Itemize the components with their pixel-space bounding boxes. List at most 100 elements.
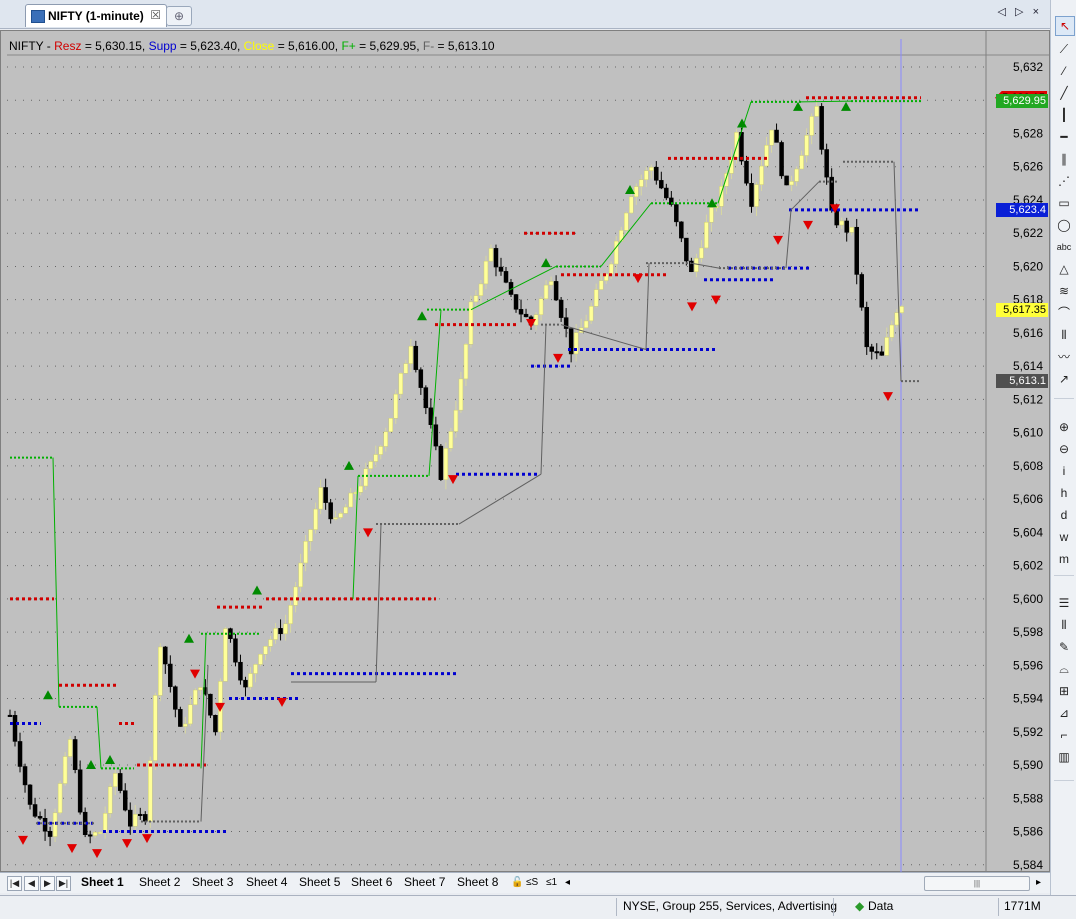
arrow-icon[interactable]: ↗ [1055,370,1073,388]
candle-body [57,783,63,814]
tab-title: NIFTY (1-minute) [48,9,144,23]
prev-sheet-button[interactable]: ◀ [24,876,39,891]
down-signal-arrow [363,528,373,538]
up-signal-arrow [417,311,427,321]
scroll-right-icon[interactable]: ▸ [1036,874,1041,891]
rectangle-icon[interactable]: ▭ [1055,194,1073,212]
sheet-option-s-icon[interactable]: ≤S [526,874,538,891]
hlines-icon[interactable]: ☰ [1055,594,1073,612]
candle-body [107,786,113,814]
lock-icon[interactable]: 🔓 [511,874,523,891]
status-data[interactable]: Data [868,899,893,913]
triangle-icon[interactable]: △ [1055,260,1073,278]
parallel-lines-icon[interactable]: ∥ [1055,150,1073,168]
price-tick-label: 5,616 [1013,326,1043,340]
tab-nifty-chart[interactable]: NIFTY (1-minute) ☒ [25,4,167,27]
tab-navigation-arrows[interactable]: ◁ ▷ × [998,5,1042,18]
arc-icon[interactable]: ⌒ [1055,304,1073,322]
candle-body [558,299,564,318]
candle-body [278,628,283,635]
columns-icon[interactable]: ▥ [1055,748,1073,766]
close-tab-icon[interactable]: ☒ [150,8,161,22]
fminus-trail [790,181,820,211]
data-status-icon: ◆ [855,899,865,913]
price-tick-label: 5,602 [1013,559,1043,573]
status-divider [616,898,617,916]
horizontal-line-icon[interactable]: ━ [1055,128,1073,146]
price-tick-label: 5,584 [1013,858,1043,872]
zoom-out-icon[interactable]: ⊖ [1055,440,1073,458]
down-signal-arrow [883,392,893,402]
ruler-icon[interactable]: ⌐ [1055,726,1073,744]
horizontal-scrollbar[interactable]: ||| [924,876,1030,891]
status-market: NYSE, Group 255, Services, Advertising [623,899,838,913]
candle-body [67,739,73,757]
price-axis-marker: 5,617.35 [996,303,1048,318]
fibonacci-icon[interactable]: ≋ [1055,282,1073,300]
candle-body [37,816,43,819]
candle-body [102,813,108,833]
vlines-icon[interactable]: ⦀ [1055,616,1073,634]
candle-body [859,274,864,308]
signal-icon[interactable]: ⌓ [1055,660,1073,678]
candle-body [263,646,268,655]
interval-d-icon[interactable]: d [1055,506,1073,524]
zoom-in-icon[interactable]: ⊕ [1055,418,1073,436]
price-tick-label: 5,596 [1013,658,1043,672]
interval-h-icon[interactable]: h [1055,484,1073,502]
line-icon[interactable]: ⟋ [1055,40,1073,58]
candle-body [694,257,699,273]
polyline-icon[interactable]: 〰 [1055,348,1073,366]
candle-body [97,831,103,834]
candle-body [468,301,474,345]
candle-body [478,283,484,296]
candle-body [193,689,198,705]
price-tick-label: 5,604 [1013,525,1043,539]
tab-sheet-4[interactable]: Sheet 4 [246,874,287,891]
tab-sheet-8[interactable]: Sheet 8 [457,874,498,891]
tab-sheet-3[interactable]: Sheet 3 [192,874,233,891]
ray-icon[interactable]: ⁄ [1055,62,1073,80]
text-icon[interactable]: abc [1055,238,1073,256]
candle-body [483,260,489,285]
candle-body [764,144,769,167]
candle-body [343,506,348,514]
vertical-line-icon[interactable]: ┃ [1055,106,1073,124]
interval-i-icon[interactable]: i [1055,462,1073,480]
interval-m-icon[interactable]: m [1055,550,1073,568]
tab-sheet-2[interactable]: Sheet 2 [139,874,180,891]
new-tab-button[interactable]: ⊕ [166,6,192,26]
next-sheet-button[interactable]: ▶ [40,876,55,891]
candle-body [759,165,764,185]
first-sheet-button[interactable]: |◀ [7,876,22,891]
status-bar: NYSE, Group 255, Services, Advertising ◆… [0,895,1076,919]
chart-pane[interactable]: 5,6325,6305,6285,6265,6245,6225,6205,618… [0,30,1051,873]
candle-body [664,187,669,199]
tab-sheet-5[interactable]: Sheet 5 [299,874,340,891]
fan-icon[interactable]: ⋰ [1055,172,1073,190]
tab-sheet-7[interactable]: Sheet 7 [404,874,445,891]
extended-line-icon[interactable]: ╱ [1055,84,1073,102]
candle-body [593,289,599,307]
sheet-option-1-icon[interactable]: ≤1 [546,874,557,891]
tab-sheet-6[interactable]: Sheet 6 [351,874,392,891]
cycles-icon[interactable]: ⦀ [1055,326,1073,344]
select-cursor-icon[interactable]: ↖ [1055,16,1075,36]
ellipse-icon[interactable]: ◯ [1055,216,1073,234]
grid-icon[interactable]: ⊞ [1055,682,1073,700]
candle-body [749,182,754,207]
candle-body [784,175,789,186]
candle-body [358,485,363,493]
tab-sheet-1[interactable]: Sheet 1 [81,874,124,891]
candle-body [644,170,649,180]
candle-body [112,773,118,787]
measure-icon[interactable]: ⊿ [1055,704,1073,722]
candle-body [884,337,890,356]
pencil-icon[interactable]: ✎ [1055,638,1073,656]
interval-w-icon[interactable]: w [1055,528,1073,546]
price-chart[interactable]: 5,6325,6305,6285,6265,6245,6225,6205,618… [1,31,1051,873]
down-signal-arrow [277,697,287,707]
scroll-left-icon[interactable]: ◂ [565,874,570,891]
candle-body [679,221,684,239]
last-sheet-button[interactable]: ▶| [56,876,71,891]
